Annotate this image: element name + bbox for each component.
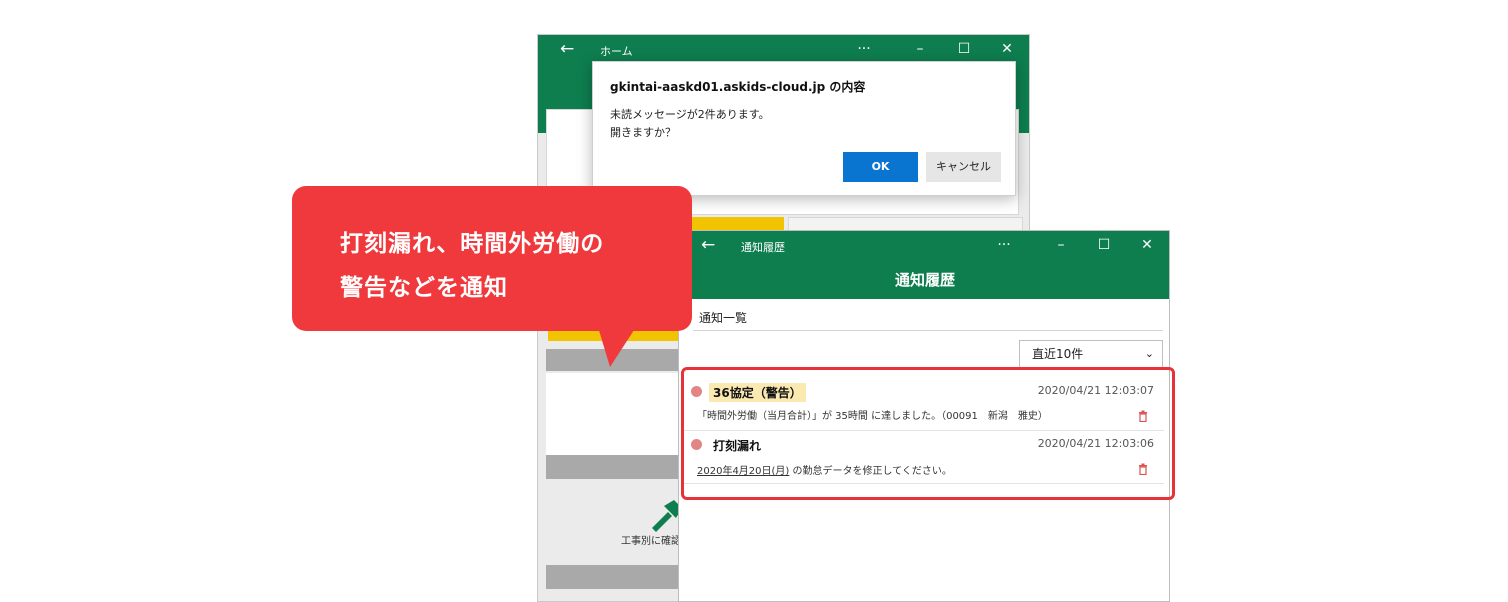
- maximize-icon[interactable]: ☐: [1094, 236, 1114, 254]
- back-arrow-icon[interactable]: ←: [560, 39, 574, 59]
- highlight-frame: [681, 367, 1175, 500]
- page-title: 通知履歴: [679, 261, 1169, 299]
- filter-select-value: 直近10件: [1032, 347, 1084, 361]
- home-window-title: ホーム: [600, 45, 633, 58]
- cancel-button[interactable]: キャンセル: [926, 152, 1001, 182]
- filter-select[interactable]: 直近10件 ⌄: [1019, 340, 1163, 368]
- maximize-icon[interactable]: ☐: [954, 40, 974, 58]
- dialog-message: 未読メッセージが2件あります。: [610, 108, 770, 121]
- notification-window-title: 通知履歴: [741, 241, 785, 254]
- home-section-bar: [546, 565, 686, 589]
- more-options-icon[interactable]: ···: [854, 40, 874, 58]
- list-heading: 通知一覧: [699, 311, 748, 325]
- confirm-dialog: gkintai-aaskd01.askids-cloud.jp の内容 未読メッ…: [592, 61, 1016, 196]
- home-tile-label: 工事別に確認: [621, 536, 681, 547]
- dialog-question: 開きますか？: [610, 126, 676, 139]
- close-icon[interactable]: ✕: [1137, 236, 1157, 254]
- callout-text-line2: 警告などを通知: [340, 275, 508, 301]
- callout-bubble: [292, 186, 692, 331]
- divider: [693, 330, 1163, 331]
- dialog-title: gkintai-aaskd01.askids-cloud.jp の内容: [610, 80, 866, 94]
- more-options-icon[interactable]: ···: [994, 236, 1014, 254]
- callout-tail: [598, 327, 636, 367]
- minimize-icon[interactable]: –: [910, 40, 930, 58]
- callout-text-line1: 打刻漏れ、時間外労働の: [340, 231, 605, 257]
- ok-button[interactable]: OK: [843, 152, 918, 182]
- chevron-down-icon: ⌄: [1144, 347, 1154, 360]
- home-section-bar: [546, 455, 686, 479]
- back-arrow-icon[interactable]: ←: [701, 235, 715, 255]
- notification-titlebar: ← 通知履歴 ··· – ☐ ✕: [679, 231, 1169, 261]
- minimize-icon[interactable]: –: [1051, 236, 1071, 254]
- close-icon[interactable]: ✕: [997, 40, 1017, 58]
- home-card: [546, 373, 686, 455]
